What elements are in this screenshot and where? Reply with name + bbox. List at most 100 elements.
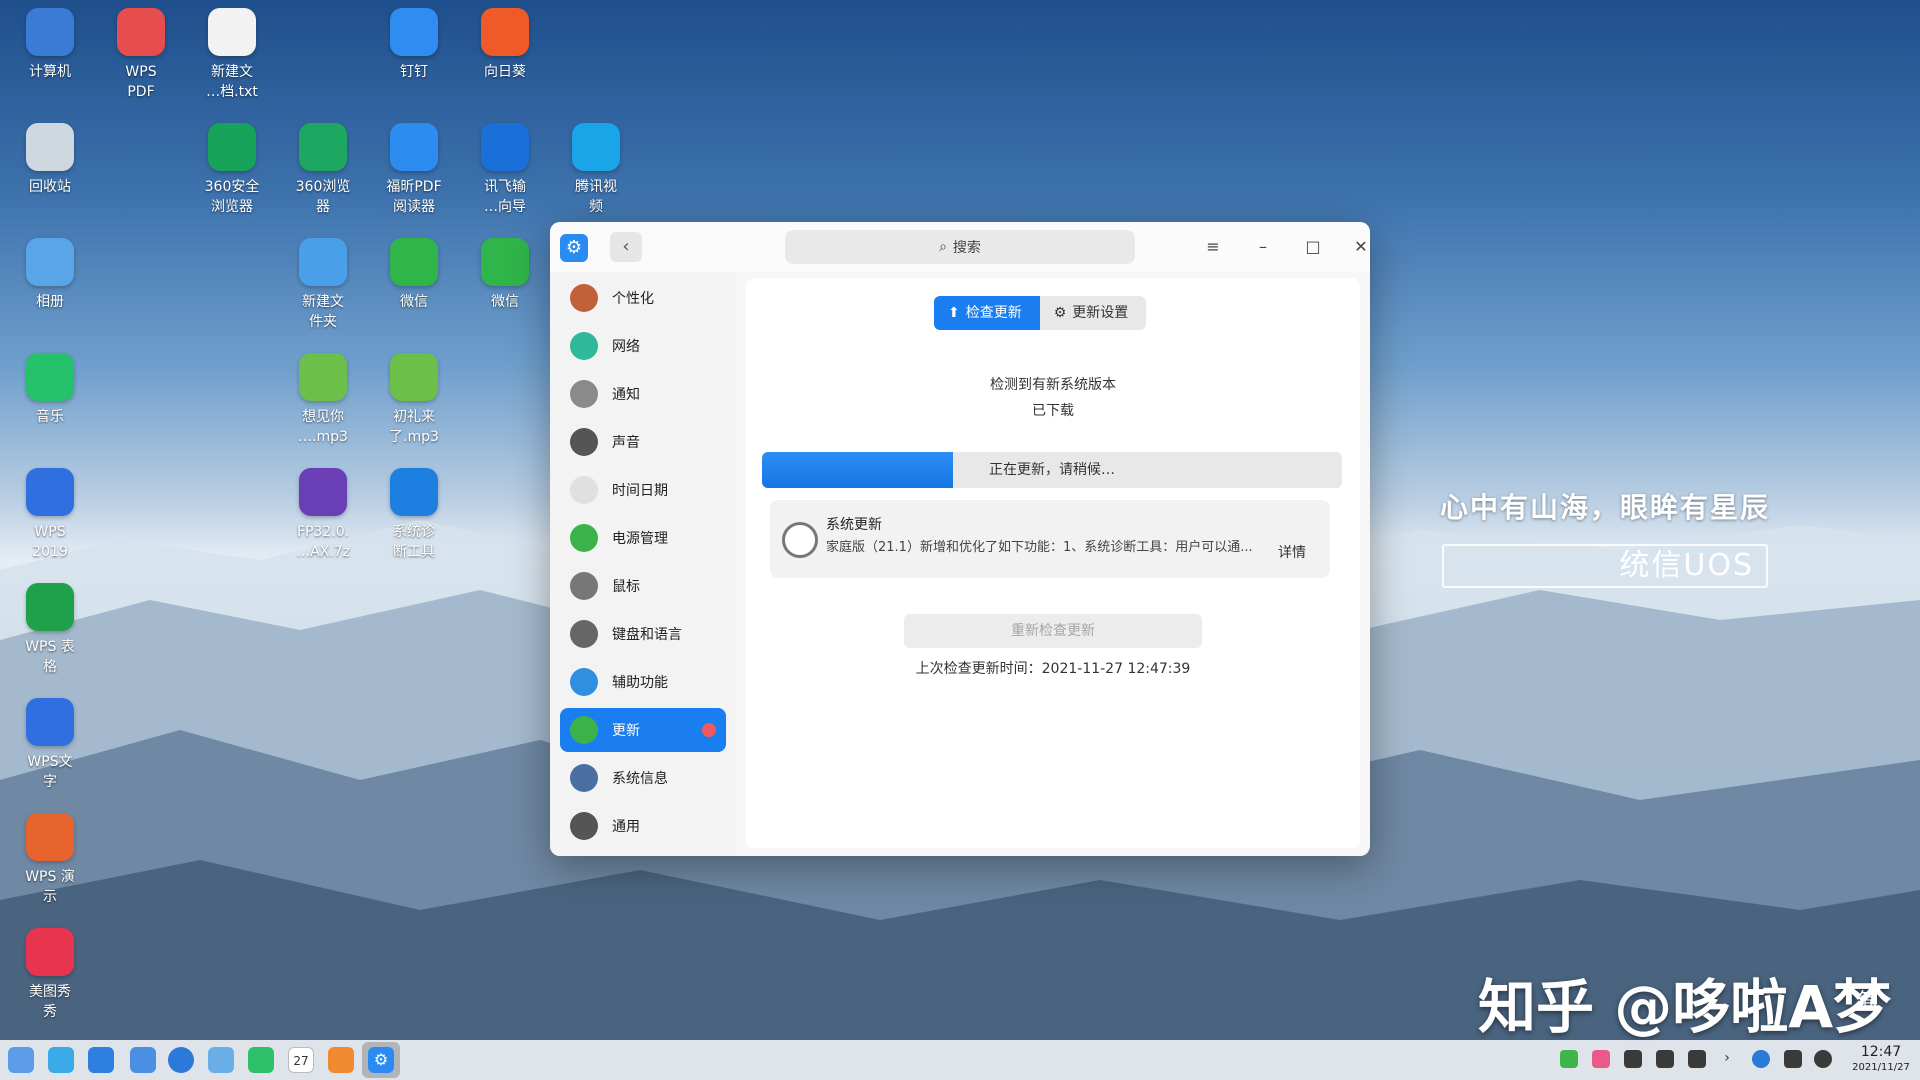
power-icon[interactable] bbox=[1814, 1050, 1832, 1068]
desktop-icon[interactable]: 新建文 …档.txt bbox=[187, 8, 277, 102]
desktop-icon[interactable]: 相册 bbox=[5, 238, 95, 312]
desktop-icon[interactable]: 讯飞输 …向导 bbox=[460, 123, 550, 217]
desktop-icon[interactable]: 向日葵 bbox=[460, 8, 550, 82]
desktop-icon[interactable]: 360浏览 器 bbox=[278, 123, 368, 217]
desktop-app-icon bbox=[26, 238, 74, 286]
desktop-app-icon bbox=[208, 8, 256, 56]
sidebar-item-label: 通用 bbox=[612, 819, 640, 835]
desktop-icon-label: 回收站 bbox=[29, 179, 71, 195]
input-method-indicator[interactable]: 简 bbox=[1858, 984, 1878, 1013]
sidebar-item[interactable]: 个性化 bbox=[560, 276, 726, 320]
tab-check-update[interactable]: ⬆ 检查更新 bbox=[934, 296, 1040, 330]
sidebar-item[interactable]: 键盘和语言 bbox=[560, 612, 726, 656]
sidebar-item-label: 个性化 bbox=[612, 291, 654, 307]
tray-app-icon[interactable] bbox=[1592, 1050, 1610, 1068]
sidebar-item[interactable]: 电源管理 bbox=[560, 516, 726, 560]
album-icon[interactable] bbox=[208, 1047, 234, 1073]
desktop-icon-label: 微信 bbox=[400, 294, 428, 310]
sidebar-item-icon bbox=[570, 428, 598, 456]
pen-icon[interactable] bbox=[1656, 1050, 1674, 1068]
menu-button[interactable]: ≡ bbox=[1198, 232, 1228, 262]
desktop-icon[interactable]: 回收站 bbox=[5, 123, 95, 197]
launcher-icon[interactable] bbox=[8, 1047, 34, 1073]
desktop-app-icon bbox=[299, 468, 347, 516]
back-button[interactable]: ‹ bbox=[610, 232, 642, 262]
desktop-icon-label: FP32.0. …AX.7z bbox=[296, 524, 350, 560]
desktop-icon[interactable]: WPS 2019 bbox=[5, 468, 95, 562]
music-icon[interactable] bbox=[248, 1047, 274, 1073]
desktop-icon[interactable]: 福昕PDF 阅读器 bbox=[369, 123, 459, 217]
desktop-app-icon bbox=[26, 928, 74, 976]
desktop-app-icon bbox=[26, 8, 74, 56]
notification-bell-icon[interactable] bbox=[1784, 1050, 1802, 1068]
desktop-icon[interactable]: 微信 bbox=[460, 238, 550, 312]
desktop-icon[interactable]: WPS 演 示 bbox=[5, 813, 95, 907]
sidebar-item[interactable]: 时间日期 bbox=[560, 468, 726, 512]
desktop-icon[interactable]: FP32.0. …AX.7z bbox=[278, 468, 368, 562]
tab-update-settings[interactable]: ⚙ 更新设置 bbox=[1039, 296, 1147, 330]
desktop-icon[interactable]: 美图秀 秀 bbox=[5, 928, 95, 1022]
desktop-icon[interactable]: 360安全 浏览器 bbox=[187, 123, 277, 217]
details-link[interactable]: 详情 bbox=[1278, 542, 1306, 562]
minimize-button[interactable]: – bbox=[1248, 232, 1278, 262]
file-manager-icon[interactable] bbox=[130, 1047, 156, 1073]
desktop-app-icon bbox=[26, 698, 74, 746]
network-icon[interactable] bbox=[1688, 1050, 1706, 1068]
update-item-card: 系统更新 家庭版（21.1）新增和优化了如下功能：1、系统诊断工具：用户可以通.… bbox=[770, 500, 1330, 578]
sidebar-item-icon bbox=[570, 620, 598, 648]
volume-icon[interactable] bbox=[1624, 1050, 1642, 1068]
update-status-subtitle: 已下载 bbox=[1032, 403, 1074, 419]
sidebar-item[interactable]: 声音 bbox=[560, 420, 726, 464]
sidebar-item-icon bbox=[570, 572, 598, 600]
desktop-icon[interactable]: 音乐 bbox=[5, 353, 95, 427]
sidebar-item[interactable]: 通用 bbox=[560, 804, 726, 848]
desktop-icon[interactable]: 钉钉 bbox=[369, 8, 459, 82]
update-item-description: 家庭版（21.1）新增和优化了如下功能：1、系统诊断工具：用户可以通... bbox=[826, 540, 1253, 555]
multitask-view-icon[interactable] bbox=[48, 1047, 74, 1073]
desktop-app-icon bbox=[390, 8, 438, 56]
desktop-icon-label: 向日葵 bbox=[484, 64, 526, 80]
calendar-icon[interactable]: 27 bbox=[288, 1047, 314, 1073]
desktop-icon[interactable]: 初礼来 了.mp3 bbox=[369, 353, 459, 447]
browser-icon[interactable] bbox=[168, 1047, 194, 1073]
sidebar-item-label: 系统信息 bbox=[612, 771, 668, 787]
desktop-icon[interactable]: WPS PDF bbox=[96, 8, 186, 102]
desktop-icon[interactable]: 腾讯视 频 bbox=[551, 123, 641, 217]
expand-tray-icon[interactable]: › bbox=[1718, 1050, 1736, 1068]
desktop-icon[interactable]: WPS文 字 bbox=[5, 698, 95, 792]
update-status-title: 检测到有新系统版本 bbox=[990, 377, 1116, 393]
desktop-icon[interactable]: 想见你 ….mp3 bbox=[278, 353, 368, 447]
settings-gear-icon[interactable]: ⚙ bbox=[560, 234, 588, 262]
desktop-icon-label: 钉钉 bbox=[400, 64, 428, 80]
wechat-tray-icon[interactable] bbox=[1560, 1050, 1578, 1068]
sidebar-item[interactable]: 鼠标 bbox=[560, 564, 726, 608]
sidebar-item[interactable]: 通知 bbox=[560, 372, 726, 416]
sidebar-item[interactable]: 系统信息 bbox=[560, 756, 726, 800]
search-input[interactable]: ⌕ 搜索 bbox=[785, 230, 1135, 264]
maximize-button[interactable]: □ bbox=[1298, 232, 1328, 262]
update-progress-bar: 正在更新，请稍候… bbox=[762, 452, 1342, 488]
control-center-window: ⚙ ‹ ⌕ 搜索 ≡ – □ ✕ 个性化网络 通知 声音 时间日期 电源管理 鼠标 键盘和语… bbox=[550, 222, 1370, 856]
desktop-icon[interactable]: 微信 bbox=[369, 238, 459, 312]
desktop-icon[interactable]: 计算机 bbox=[5, 8, 95, 82]
desktop-icon-label: 想见你 ….mp3 bbox=[298, 409, 348, 445]
sidebar-item[interactable]: 更新 bbox=[560, 708, 726, 752]
desktop-icon-label: WPS PDF bbox=[125, 64, 157, 100]
desktop-icon-label: 腾讯视 频 bbox=[575, 179, 617, 215]
desktop-icon-label: 360浏览 器 bbox=[295, 179, 351, 215]
desktop-icon[interactable]: WPS 表 格 bbox=[5, 583, 95, 677]
desktop-icon[interactable]: 系统诊 断工具 bbox=[369, 468, 459, 562]
clock[interactable]: 12:47 2021/11/27 bbox=[1848, 1043, 1914, 1075]
sidebar-item-icon bbox=[570, 284, 598, 312]
sidebar-item[interactable]: 网络 bbox=[560, 324, 726, 368]
browser-tray-icon[interactable] bbox=[1752, 1050, 1770, 1068]
home-icon[interactable] bbox=[88, 1047, 114, 1073]
app-store-icon[interactable] bbox=[328, 1047, 354, 1073]
tab-check-update-label: 检查更新 bbox=[965, 305, 1022, 321]
close-button[interactable]: ✕ bbox=[1346, 232, 1370, 262]
desktop-app-icon bbox=[390, 353, 438, 401]
control-center-icon[interactable]: ⚙ bbox=[368, 1047, 394, 1073]
desktop-icon[interactable]: 新建文 件夹 bbox=[278, 238, 368, 332]
recheck-button[interactable]: 重新检查更新 bbox=[904, 614, 1202, 648]
sidebar-item[interactable]: 辅助功能 bbox=[560, 660, 726, 704]
